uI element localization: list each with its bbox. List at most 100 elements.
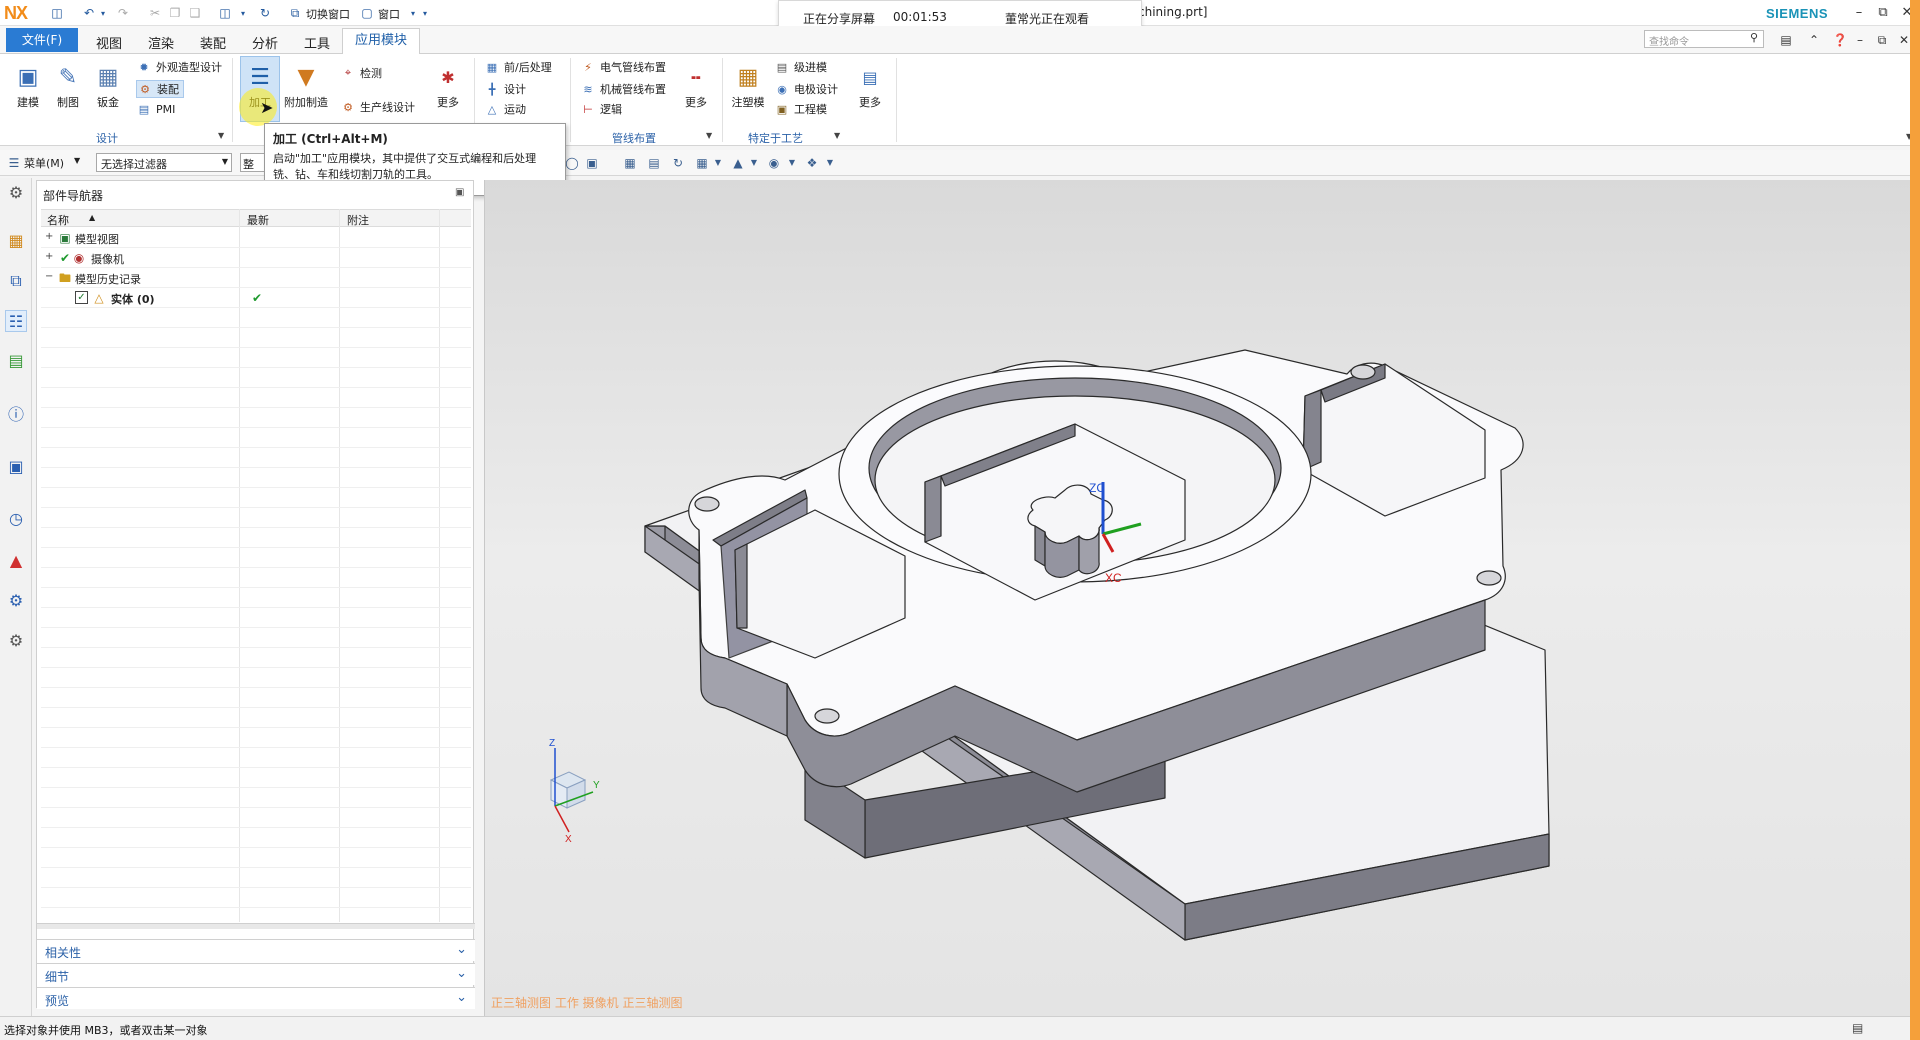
process-group-arrow-icon[interactable]: ▼ bbox=[834, 131, 840, 140]
zoom-icon[interactable]: ▤ bbox=[646, 155, 662, 171]
web-browser-icon[interactable]: ▣ bbox=[5, 456, 27, 478]
engineering-die-button[interactable]: ▣ 工程模 bbox=[774, 100, 827, 118]
section-view-icon[interactable]: ❖ bbox=[804, 155, 820, 171]
redo-icon[interactable]: ↷ bbox=[114, 4, 132, 22]
view-style-dropdown-icon[interactable]: ▼ bbox=[784, 155, 800, 171]
tree-row-model-views[interactable]: + ▣ 模型视图 bbox=[41, 228, 471, 248]
save-dropdown-icon[interactable]: ▾ bbox=[234, 4, 252, 22]
inspection-button[interactable]: ⌖ 检测 bbox=[340, 64, 382, 82]
fit-view-icon[interactable]: ▦ bbox=[622, 155, 638, 171]
copy-icon[interactable]: ❐ bbox=[166, 4, 184, 22]
expand-toggle[interactable]: + bbox=[45, 231, 53, 242]
dependencies-panel[interactable]: 相关性 ⌄ bbox=[37, 939, 475, 961]
menu-dropdown-icon[interactable]: ▼ bbox=[74, 156, 80, 165]
part-model[interactable]: ZC XC Z Y X bbox=[485, 180, 1920, 1016]
menu-icon[interactable]: ☰ bbox=[8, 155, 20, 171]
tab-assembly[interactable]: 装配 bbox=[200, 33, 226, 52]
additive-manufacturing-button[interactable]: ▼ 附加制造 bbox=[284, 58, 328, 122]
section-dropdown-icon[interactable]: ▼ bbox=[822, 155, 838, 171]
column-name[interactable]: 名称 bbox=[47, 212, 69, 228]
modeling-button[interactable]: ▣ 建模 bbox=[6, 58, 50, 122]
line-designer-button[interactable]: ⚙ 生产线设计 bbox=[340, 98, 415, 116]
routing-group-arrow-icon[interactable]: ▼ bbox=[706, 131, 712, 140]
help-icon[interactable]: ❓ bbox=[1830, 30, 1850, 50]
pmi-button[interactable]: ▤ PMI bbox=[136, 100, 176, 118]
repeat-command-icon[interactable]: ↻ bbox=[256, 4, 274, 22]
mechanical-routing-button[interactable]: ≋ 机械管线布置 bbox=[580, 80, 666, 98]
column-uptodate[interactable]: 最新 bbox=[247, 212, 269, 228]
graphics-viewport[interactable]: ZC XC Z Y X 正三轴测图 工作 摄像机 正三轴测图 bbox=[484, 180, 1920, 1016]
navigator-pin-icon[interactable]: ▣ bbox=[455, 187, 464, 198]
search-icon[interactable]: ⚲ bbox=[1750, 31, 1758, 44]
progressive-die-button[interactable]: ▤ 级进模 bbox=[774, 58, 827, 76]
status-window-icon[interactable]: ▤ bbox=[1852, 1021, 1863, 1035]
doc-restore-icon[interactable]: ⧉ bbox=[1872, 30, 1892, 50]
doc-minimize-icon[interactable]: – bbox=[1850, 30, 1870, 50]
quick-access-customize-icon[interactable]: ▾ bbox=[416, 4, 434, 22]
tab-view[interactable]: 视图 bbox=[96, 33, 122, 52]
window-menu-label[interactable]: 窗口 bbox=[378, 6, 400, 22]
orient-dropdown-icon[interactable]: ▼ bbox=[710, 155, 726, 171]
paste-icon[interactable]: ❑ bbox=[186, 4, 204, 22]
pre-post-button[interactable]: ▦ 前/后处理 bbox=[484, 58, 552, 76]
details-panel[interactable]: 细节 ⌄ bbox=[37, 963, 475, 985]
design-group-arrow-icon[interactable]: ▼ bbox=[218, 131, 224, 140]
visibility-checkbox[interactable]: ✓ bbox=[75, 291, 88, 304]
system-materials-icon[interactable]: ▲ bbox=[5, 550, 27, 572]
preview-panel[interactable]: 预览 ⌄ bbox=[37, 987, 475, 1009]
cut-icon[interactable]: ✂ bbox=[146, 4, 164, 22]
file-menu-tab[interactable]: 文件(F) bbox=[6, 28, 78, 52]
hd3d-tools-icon[interactable]: ⓘ bbox=[5, 404, 27, 426]
design-simulation-button[interactable]: ╋ 设计 bbox=[484, 80, 526, 98]
tab-application[interactable]: 应用模块 bbox=[342, 28, 420, 54]
manufacturing-more-button[interactable]: ✱ 更多 bbox=[430, 58, 466, 122]
switch-window-icon[interactable]: ⧉ bbox=[286, 4, 304, 22]
type-filter-select[interactable]: 无选择过滤器 ▼ bbox=[96, 153, 232, 172]
assembly-navigator-icon[interactable]: ▦ bbox=[5, 230, 27, 252]
panel-splitter[interactable] bbox=[37, 923, 475, 929]
window-icon[interactable]: ▢ bbox=[358, 4, 376, 22]
tree-row-cameras[interactable]: + ✔ ◉ 摄像机 bbox=[41, 248, 471, 268]
orient-view-icon[interactable]: ▦ bbox=[694, 155, 710, 171]
collapse-ribbon-icon[interactable]: ⌃ bbox=[1804, 30, 1824, 50]
part-navigator-icon[interactable]: ☷ bbox=[5, 310, 27, 332]
render-style-icon[interactable]: ◯ bbox=[564, 155, 580, 171]
electrode-design-button[interactable]: ◉ 电极设计 bbox=[774, 80, 838, 98]
undo-dropdown-icon[interactable]: ▾ bbox=[94, 4, 112, 22]
routing-more-button[interactable]: ╍ 更多 bbox=[676, 58, 716, 122]
view-style-icon[interactable]: ◉ bbox=[766, 155, 782, 171]
save-icon[interactable]: ◫ bbox=[48, 4, 66, 22]
tab-analysis[interactable]: 分析 bbox=[252, 33, 278, 52]
tree-row-body[interactable]: ✓ △ 实体 (0) ✔ bbox=[41, 288, 471, 308]
tab-tools[interactable]: 工具 bbox=[304, 33, 330, 52]
tab-render[interactable]: 渲染 bbox=[148, 33, 174, 52]
resource-settings-icon[interactable]: ⚙ bbox=[5, 182, 27, 204]
command-search-input[interactable]: 查找命令 bbox=[1644, 30, 1764, 48]
process-studio-icon[interactable]: ⚙ bbox=[5, 590, 27, 612]
sort-ascending-icon[interactable]: ▲ bbox=[89, 213, 95, 222]
roles-icon[interactable]: ⚙ bbox=[5, 630, 27, 652]
history-icon[interactable]: ◷ bbox=[5, 508, 27, 530]
sheet-metal-button[interactable]: ▦ 钣金 bbox=[86, 58, 130, 122]
display-mode-icon[interactable]: ▲ bbox=[730, 155, 746, 171]
command-finder-icon[interactable]: ▤ bbox=[1776, 30, 1796, 50]
save-all-icon[interactable]: ◫ bbox=[216, 4, 234, 22]
switch-window-label[interactable]: 切换窗口 bbox=[306, 6, 350, 22]
selection-scope-select[interactable]: 整个 bbox=[240, 153, 266, 172]
motion-button[interactable]: △ 运动 bbox=[484, 100, 526, 118]
menu-button[interactable]: 菜单(M) bbox=[24, 155, 64, 171]
assembly-button[interactable]: ⚙ 装配 bbox=[136, 80, 184, 98]
shape-studio-button[interactable]: ✹ 外观造型设计 bbox=[136, 58, 222, 76]
logical-routing-button[interactable]: ⊢ 逻辑 bbox=[580, 100, 622, 118]
mold-button[interactable]: ▦ 注塑模 bbox=[726, 58, 770, 122]
column-comment[interactable]: 附注 bbox=[347, 212, 369, 228]
minimize-icon[interactable]: – bbox=[1848, 2, 1870, 24]
shaded-icon[interactable]: ▣ bbox=[584, 155, 600, 171]
expand-toggle[interactable]: + bbox=[45, 251, 53, 262]
constraint-navigator-icon[interactable]: ⧉ bbox=[5, 270, 27, 292]
display-dropdown-icon[interactable]: ▼ bbox=[746, 155, 762, 171]
restore-icon[interactable]: ⧉ bbox=[1872, 2, 1894, 24]
tree-row-model-history[interactable]: − 🖿 模型历史记录 bbox=[41, 268, 471, 288]
drafting-button[interactable]: ✎ 制图 bbox=[46, 58, 90, 122]
rotate-icon[interactable]: ↻ bbox=[670, 155, 686, 171]
